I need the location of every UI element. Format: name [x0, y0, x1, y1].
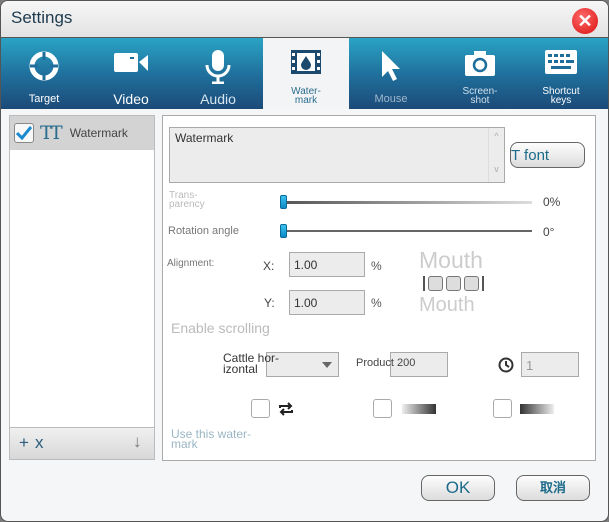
settings-window: Settings ✕ Target Video Audio Water- mar…	[0, 0, 609, 522]
category-tabs: Target Video Audio Water- mark Mouse Scr…	[1, 38, 608, 109]
close-button[interactable]: ✕	[572, 8, 598, 34]
remove-button[interactable]: x	[35, 433, 44, 453]
tab-label: Mouse	[374, 93, 408, 105]
microphone-icon	[205, 50, 231, 84]
fade-out-checkbox[interactable]	[493, 399, 512, 418]
list-toolbar: + x ↓	[10, 427, 154, 459]
textarea-scrollbar[interactable]: ^ v	[488, 128, 504, 182]
watermark-list-panel: TT Watermark + x ↓	[9, 115, 155, 460]
watermark-text: Watermark	[175, 131, 234, 145]
rotation-slider-thumb[interactable]	[280, 224, 287, 238]
rotation-slider[interactable]	[283, 230, 532, 232]
watermark-settings-panel: Watermark ^ v T font Trans- parency 0% Ro…	[162, 115, 596, 461]
tab-shortcut-keys[interactable]: Shortcut keys	[518, 38, 604, 109]
rotation-label: Rotation angle	[168, 225, 239, 237]
position-center-button[interactable]	[446, 276, 461, 291]
position-selector	[423, 276, 484, 291]
tab-watermark[interactable]: Water- mark	[263, 38, 349, 109]
fade-out-gradient-icon	[520, 404, 554, 414]
enabled-checkbox[interactable]	[14, 123, 34, 143]
x-unit: %	[371, 259, 382, 273]
tab-video[interactable]: Video	[88, 38, 174, 109]
y-unit: %	[371, 296, 382, 310]
video-camera-icon	[114, 53, 148, 72]
x-label: X:	[263, 259, 275, 273]
ok-button[interactable]: OK	[421, 475, 495, 501]
alignment-label: Alignment:	[167, 258, 215, 269]
tab-mouse[interactable]: Mouse	[348, 38, 434, 109]
title-bar: Settings ✕	[1, 1, 608, 38]
tab-label: Water- mark	[291, 86, 321, 106]
tab-label: Shortcut keys	[542, 86, 580, 106]
tab-screenshot[interactable]: Screen- shot	[437, 38, 523, 109]
text-type-icon: TT	[40, 122, 63, 144]
tab-label: Screen- shot	[462, 86, 498, 106]
enable-scrolling-label[interactable]: Enable scrolling	[171, 320, 270, 336]
transparency-slider[interactable]	[283, 201, 532, 204]
add-button[interactable]: +	[19, 433, 29, 453]
rotation-value: 0°	[543, 225, 555, 239]
move-down-button[interactable]: ↓	[133, 432, 142, 452]
transparency-slider-thumb[interactable]	[280, 195, 287, 209]
watermark-text-input[interactable]: Watermark ^ v	[169, 127, 505, 183]
cancel-button[interactable]: 取消	[516, 475, 590, 501]
camera-icon	[465, 51, 495, 76]
use-watermark-link[interactable]: Use this water- mark	[171, 428, 251, 450]
x-input[interactable]: 1.00	[289, 252, 365, 277]
preview-bottom-text: Mouth	[419, 294, 475, 316]
fade-in-checkbox[interactable]	[373, 399, 392, 418]
timer-input[interactable]: 1	[521, 352, 579, 377]
check-icon	[16, 126, 32, 140]
watermark-film-icon	[291, 50, 321, 74]
position-left-button[interactable]	[428, 276, 443, 291]
tab-label: Video	[113, 91, 149, 107]
tab-label: Audio	[200, 91, 236, 107]
font-button[interactable]: T font	[510, 142, 585, 168]
fade-in-gradient-icon	[402, 404, 436, 414]
transparency-label: Trans- parency	[169, 190, 205, 210]
chevron-down-icon	[322, 362, 332, 368]
tab-label: Target	[28, 93, 60, 105]
list-item-label: Watermark	[69, 126, 128, 140]
scroll-direction-value: Cattle hor- izontal	[223, 351, 280, 376]
y-label: Y:	[264, 296, 275, 310]
keyboard-icon	[545, 50, 577, 74]
y-input[interactable]: 1.00	[289, 290, 365, 315]
tab-target[interactable]: Target	[1, 38, 87, 109]
preview-top-text: Mouth	[419, 247, 483, 273]
clock-icon	[498, 357, 514, 373]
position-right-button[interactable]	[464, 276, 479, 291]
repeat-icon	[279, 402, 293, 416]
list-item[interactable]: TT Watermark	[10, 116, 154, 150]
transparency-value: 0%	[543, 195, 561, 209]
crosshair-icon	[29, 51, 59, 81]
window-title: Settings	[11, 8, 73, 27]
cursor-icon	[382, 51, 400, 81]
product-label: Product 200	[356, 357, 416, 369]
tab-audio[interactable]: Audio	[175, 38, 261, 109]
loop-checkbox[interactable]	[251, 399, 270, 418]
